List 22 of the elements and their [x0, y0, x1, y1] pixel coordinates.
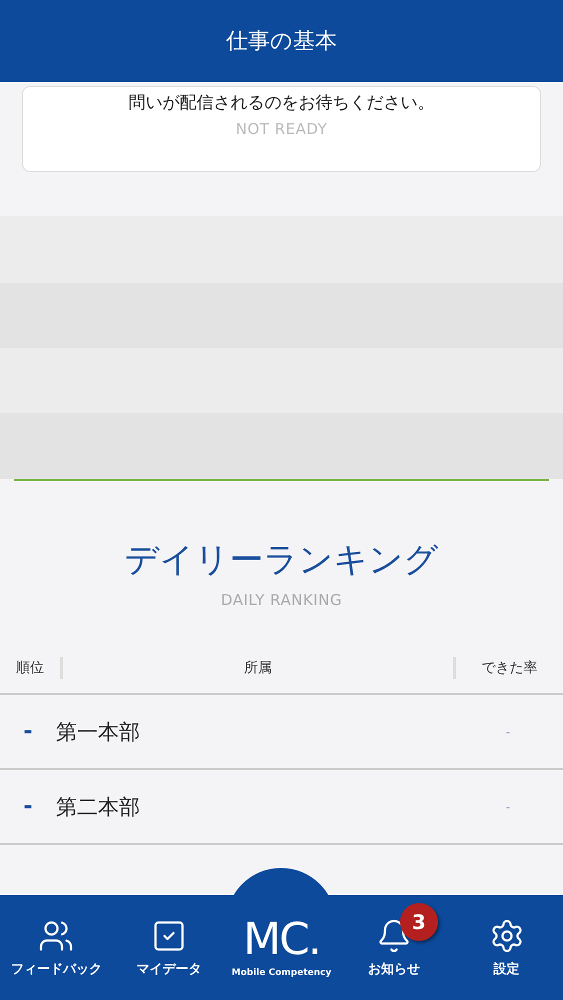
ranking-title: デイリーランキング — [124, 539, 438, 582]
rate-cell-text: - — [504, 800, 512, 814]
column-header: 順位 — [15, 659, 45, 678]
nav-tab[interactable]: マイデータ — [112, 895, 226, 1000]
column-header: 所属 — [60, 657, 453, 679]
card-message: 問いが配信されるのをお待ちください。 — [128, 92, 434, 114]
logo-subtitle: Mobile Competency — [232, 968, 332, 978]
rank-cell-text: - — [22, 719, 34, 744]
column-header: できた率 — [453, 657, 563, 679]
rank-cell-text: - — [22, 794, 34, 819]
ranking-subtitle: DAILY RANKING — [220, 591, 342, 609]
department-cell-text: 第二本部 — [56, 794, 141, 820]
nav-tab[interactable]: フィードバック — [0, 895, 113, 1000]
card-status: NOT READY — [236, 120, 328, 138]
department-cell-text: 第一本部 — [56, 718, 141, 746]
rate-cell-text: - — [504, 724, 512, 738]
logo-text: MC. — [243, 918, 320, 962]
header-title: 仕事の基本 — [226, 28, 337, 56]
nav-tab[interactable]: 設定 — [450, 895, 563, 1000]
notification-badge: 3 — [400, 903, 438, 941]
logo-button[interactable]: MC. Mobile Competency — [225, 895, 338, 1000]
nav-tab[interactable]: お知らせ 3 — [338, 895, 450, 1000]
